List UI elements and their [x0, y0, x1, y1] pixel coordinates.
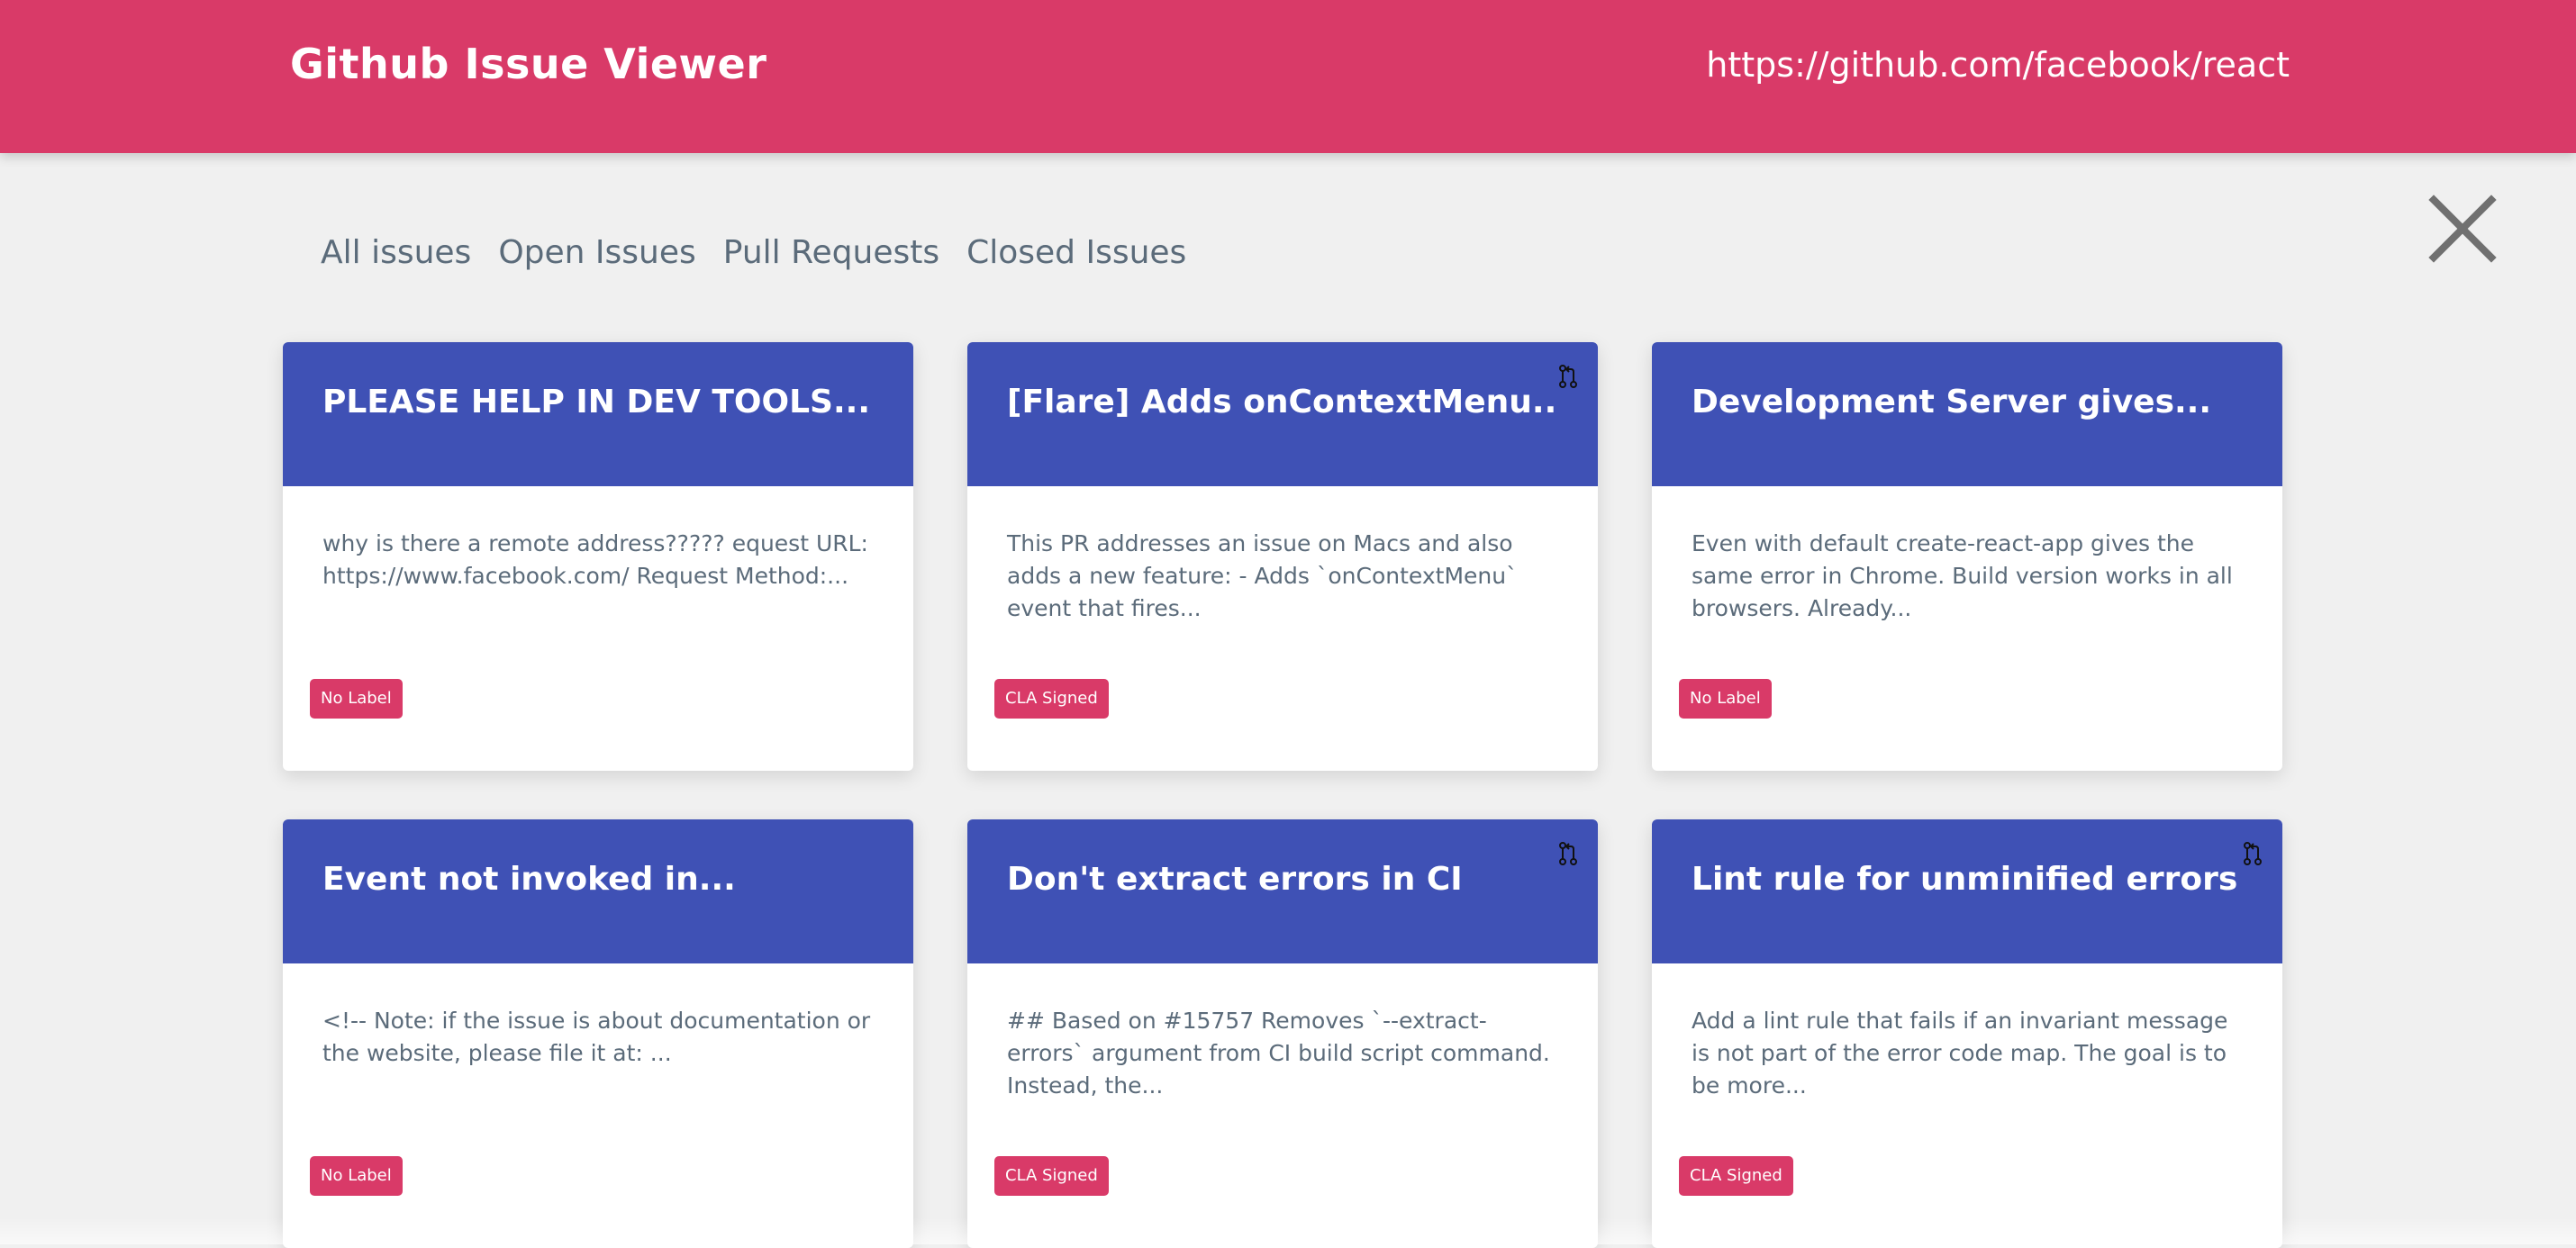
- pull-request-icon: [1558, 841, 1578, 866]
- issue-card-header: PLEASE HELP IN DEV TOOLS...: [283, 342, 913, 486]
- issue-label-badge[interactable]: No Label: [310, 1156, 403, 1196]
- issue-title: Don't extract errors in CI: [1007, 861, 1558, 898]
- issue-card[interactable]: [Flare] Adds onContextMenu... This PR add…: [967, 342, 1598, 771]
- app-header: Github Issue Viewer https://github.com/f…: [0, 0, 2576, 153]
- issue-title: Lint rule for unminified errors: [1692, 861, 2243, 898]
- issue-card-header: Don't extract errors in CI: [967, 819, 1598, 963]
- issue-title: PLEASE HELP IN DEV TOOLS...: [322, 384, 874, 421]
- issue-body-excerpt: ## Based on #15757 Removes `--extract-er…: [1007, 1005, 1558, 1102]
- issue-body-excerpt: Even with default create-react-app gives…: [1692, 528, 2243, 625]
- issue-label-badge[interactable]: No Label: [310, 679, 403, 719]
- tab-all-issues[interactable]: All issues: [321, 234, 471, 271]
- tab-open-issues[interactable]: Open Issues: [498, 234, 695, 271]
- pull-request-icon: [1558, 364, 1578, 389]
- app-title: Github Issue Viewer: [290, 40, 766, 88]
- issue-title: Event not invoked in...: [322, 861, 874, 898]
- issue-card[interactable]: PLEASE HELP IN DEV TOOLS... why is there …: [283, 342, 913, 771]
- pull-request-icon: [2243, 841, 2263, 866]
- issue-body-excerpt: This PR addresses an issue on Macs and a…: [1007, 528, 1558, 625]
- issue-filter-tabs: All issues Open Issues Pull Requests Clo…: [321, 234, 1186, 271]
- issue-card[interactable]: Event not invoked in... <!-- Note: if the…: [283, 819, 913, 1248]
- issue-card-header: [Flare] Adds onContextMenu...: [967, 342, 1598, 486]
- issue-card-header: Event not invoked in...: [283, 819, 913, 963]
- issue-body-excerpt: <!-- Note: if the issue is about documen…: [322, 1005, 874, 1070]
- issue-card[interactable]: Development Server gives... Even with de…: [1652, 342, 2282, 771]
- issue-card[interactable]: Don't extract errors in CI ## Based on #1…: [967, 819, 1598, 1248]
- issue-card-header: Development Server gives...: [1652, 342, 2282, 486]
- tab-closed-issues[interactable]: Closed Issues: [966, 234, 1186, 271]
- issue-title: Development Server gives...: [1692, 384, 2243, 421]
- issue-label-badge[interactable]: CLA Signed: [994, 679, 1109, 719]
- issue-card[interactable]: Lint rule for unminified errors Add a lin…: [1652, 819, 2282, 1248]
- issue-body-excerpt: Add a lint rule that fails if an invaria…: [1692, 1005, 2243, 1102]
- issue-body-excerpt: why is there a remote address????? eques…: [322, 528, 874, 592]
- issue-title: [Flare] Adds onContextMenu...: [1007, 384, 1558, 421]
- repo-url[interactable]: https://github.com/facebook/react: [1706, 45, 2290, 85]
- issue-card-header: Lint rule for unminified errors: [1652, 819, 2282, 963]
- close-icon[interactable]: [2428, 194, 2497, 263]
- tab-pull-requests[interactable]: Pull Requests: [723, 234, 939, 271]
- issue-label-badge[interactable]: CLA Signed: [1679, 1156, 1793, 1196]
- issue-label-badge[interactable]: No Label: [1679, 679, 1772, 719]
- issue-label-badge[interactable]: CLA Signed: [994, 1156, 1109, 1196]
